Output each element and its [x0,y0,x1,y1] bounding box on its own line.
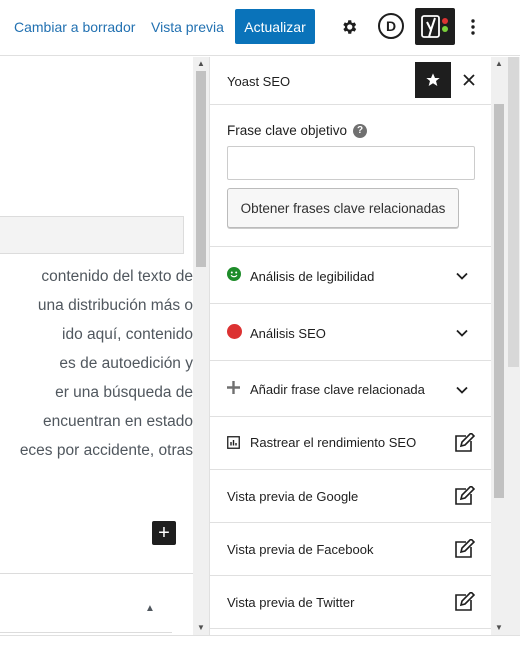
editor-canvas[interactable]: contenido del texto de una distribución … [0,57,193,635]
editor-block-field[interactable] [0,216,184,254]
red-dot-icon [227,324,242,339]
site-logo-icon[interactable]: D [378,13,404,39]
readability-analysis-section[interactable]: Análisis de legibilidad [210,246,492,303]
chevron-down-icon [456,386,468,394]
scroll-down-icon[interactable]: ▼ [495,623,503,632]
green-smiley-icon [227,267,241,281]
chevron-down-icon [456,329,468,337]
yoast-sidebar: Yoast SEO Frase clave objetivo ? Obtener… [209,57,492,635]
twitter-preview-section[interactable]: Vista previa de Twitter [210,575,492,629]
add-block-button[interactable]: + [152,521,176,545]
bottom-bar [0,635,520,661]
focus-keyphrase-label-text: Frase clave objetivo [227,123,348,138]
edit-icon[interactable] [453,539,475,559]
google-preview-section[interactable]: Vista previa de Google [210,469,492,522]
update-button[interactable]: Actualizar [235,9,315,44]
paragraph-line: er una búsqueda de [55,384,193,401]
kebab-icon[interactable] [463,14,483,40]
window-scrollbar[interactable] [507,57,520,635]
scrollbar-thumb[interactable] [196,71,206,267]
paragraph-line: encuentran en estado [43,413,193,430]
section-label: Rastrear el rendimiento SEO [250,435,417,450]
editor-scrollbar[interactable]: ▲ ▼ [193,57,209,635]
scroll-up-icon[interactable]: ▲ [197,59,205,68]
track-seo-performance-section[interactable]: Rastrear el rendimiento SEO [210,416,492,469]
edit-icon[interactable] [453,486,475,506]
paragraph-line: una distribución más o [37,297,193,314]
caret-up-icon[interactable]: ▲ [145,603,155,614]
add-related-keyphrase-section[interactable]: Añadir frase clave relacionada [210,360,492,416]
sidebar-title: Yoast SEO [227,74,291,89]
switch-to-draft-button[interactable]: Cambiar a borrador [14,19,135,35]
editor-paragraph[interactable]: contenido del texto de una distribución … [0,262,193,465]
scroll-up-icon[interactable]: ▲ [495,59,503,68]
section-label: Vista previa de Google [227,489,359,504]
section-label: Vista previa de Twitter [227,595,355,610]
paragraph-line: contenido del texto de [41,268,193,285]
yoast-icon[interactable] [415,8,455,45]
get-related-keyphrases-button[interactable]: Obtener frases clave relacionadas [227,188,459,228]
focus-keyphrase-input[interactable] [227,146,475,180]
sidebar-scrollbar[interactable]: ▲ ▼ [491,57,507,635]
sidebar-header: Yoast SEO [210,57,492,105]
scroll-down-icon[interactable]: ▼ [197,623,205,632]
editor-meta-box: ▲ [0,573,193,635]
star-icon[interactable] [415,62,451,98]
gear-icon[interactable] [336,14,362,40]
divider [0,632,172,633]
section-label: Vista previa de Facebook [227,542,374,557]
paragraph-line: es de autoedición y [59,355,193,372]
chevron-down-icon [456,272,468,280]
section-label: Análisis SEO [250,326,326,341]
edit-icon[interactable] [453,433,475,453]
section-label: Análisis de legibilidad [250,269,375,284]
scrollbar-thumb[interactable] [508,57,519,367]
scrollbar-thumb[interactable] [494,104,504,498]
paragraph-line: ido aquí, contenido [62,326,193,343]
close-icon[interactable] [458,68,480,92]
chart-icon [227,436,240,449]
top-toolbar: Cambiar a borrador Vista previa Actualiz… [0,0,520,56]
plus-icon [227,381,240,394]
seo-analysis-section[interactable]: Análisis SEO [210,303,492,360]
focus-keyphrase-label: Frase clave objetivo ? [227,123,368,138]
facebook-preview-section[interactable]: Vista previa de Facebook [210,522,492,575]
section-label: Añadir frase clave relacionada [250,382,425,397]
paragraph-line: eces por accidente, otras [19,442,193,459]
edit-icon[interactable] [453,592,475,612]
help-icon[interactable]: ? [353,123,368,138]
preview-button[interactable]: Vista previa [151,19,224,35]
